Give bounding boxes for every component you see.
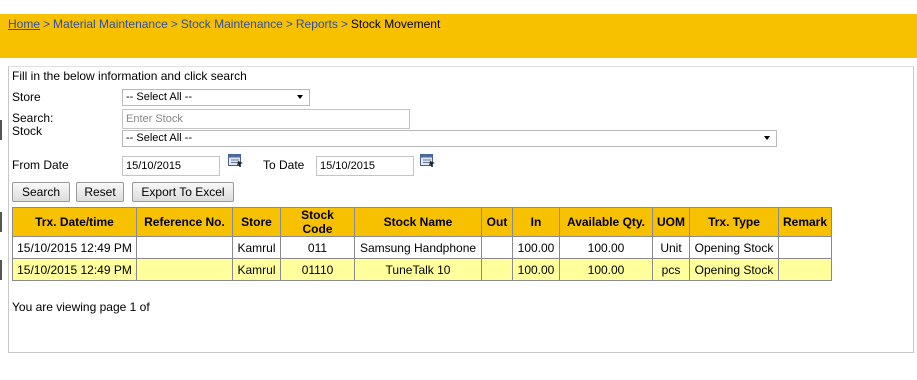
column-header-available-qty[interactable]: Available Qty. — [559, 207, 653, 237]
cell-trx-datetime: 15/10/2015 12:49 PM — [12, 236, 137, 259]
pager-status-text: You are viewing page 1 of — [12, 300, 150, 314]
cell-out — [481, 258, 513, 281]
chevron-down-icon — [764, 136, 770, 140]
breadcrumb-home-link[interactable]: Home — [8, 17, 40, 31]
column-header-stock-code[interactable]: Stock Code — [280, 207, 355, 237]
left-edge-marker — [0, 212, 2, 232]
cell-stock-code: 011 — [280, 236, 355, 259]
cell-store: Kamrul — [232, 236, 281, 259]
cell-trx-datetime: 15/10/2015 12:49 PM — [12, 258, 137, 281]
search-stock-input[interactable]: Enter Stock — [122, 109, 410, 129]
cell-uom: Unit — [652, 236, 690, 259]
to-date-label: To Date — [263, 158, 305, 172]
left-edge-marker — [0, 120, 2, 140]
cell-stock-code: 01110 — [280, 258, 355, 281]
search-instructions: Fill in the below information and click … — [12, 69, 247, 83]
column-header-stock-name[interactable]: Stock Name — [354, 207, 482, 237]
column-header-remark[interactable]: Remark — [777, 207, 833, 237]
left-edge-marker — [0, 260, 2, 280]
search-button[interactable]: Search — [12, 182, 70, 202]
cell-out — [481, 236, 513, 259]
store-label: Store — [12, 90, 41, 104]
table-header-row: Trx. Date/time Reference No. Store Stock… — [12, 207, 833, 237]
from-date-input[interactable]: 15/10/2015 — [122, 156, 220, 176]
column-header-trx-type[interactable]: Trx. Type — [689, 207, 779, 237]
chevron-down-icon — [297, 95, 303, 99]
cell-reference-no — [136, 236, 233, 259]
column-header-out[interactable]: Out — [481, 207, 513, 237]
cell-in: 100.00 — [512, 236, 560, 259]
cell-store: Kamrul — [232, 258, 281, 281]
column-header-in[interactable]: In — [512, 207, 560, 237]
cell-uom: pcs — [652, 258, 690, 281]
stock-select-value: -- Select All -- — [126, 132, 193, 144]
stock-select[interactable]: -- Select All -- — [122, 130, 777, 147]
cell-trx-type: Opening Stock — [689, 236, 779, 259]
to-date-input[interactable]: 15/10/2015 — [316, 156, 414, 176]
cell-reference-no — [136, 258, 233, 281]
breadcrumb-separator: > — [170, 17, 178, 31]
column-header-store[interactable]: Store — [232, 207, 281, 237]
search-label: Search: — [12, 111, 54, 125]
breadcrumb-separator: > — [285, 17, 293, 31]
column-header-uom[interactable]: UOM — [652, 207, 690, 237]
export-to-excel-button[interactable]: Export To Excel — [132, 182, 234, 202]
table-row: 15/10/2015 12:49 PM Kamrul 01110 TuneTal… — [12, 258, 833, 281]
cell-remark — [777, 258, 833, 281]
calendar-icon[interactable] — [420, 153, 436, 167]
cell-stock-name: Samsung Handphone — [354, 236, 482, 259]
column-header-trx-datetime[interactable]: Trx. Date/time — [12, 207, 137, 237]
cell-remark — [777, 236, 833, 259]
from-date-label: From Date — [12, 158, 69, 172]
breadcrumb: Home > Material Maintenance > Stock Maintena… — [8, 17, 440, 31]
column-header-reference-no[interactable]: Reference No. — [136, 207, 233, 237]
breadcrumb-stock-maintenance-link[interactable]: Stock Maintenance — [181, 17, 283, 31]
calendar-icon[interactable] — [228, 153, 244, 167]
table-row: 15/10/2015 12:49 PM Kamrul 011 Samsung H… — [12, 236, 833, 259]
store-select[interactable]: -- Select All -- — [122, 89, 310, 106]
breadcrumb-separator: > — [43, 17, 51, 31]
breadcrumb-current: Stock Movement — [350, 17, 441, 31]
cell-available-qty: 100.00 — [559, 236, 653, 259]
breadcrumb-reports-link[interactable]: Reports — [296, 17, 338, 31]
store-select-value: -- Select All -- — [126, 91, 193, 103]
cell-in: 100.00 — [512, 258, 560, 281]
stock-label: Stock — [12, 124, 43, 138]
cell-stock-name: TuneTalk 10 — [354, 258, 482, 281]
cell-available-qty: 100.00 — [559, 258, 653, 281]
reset-button[interactable]: Reset — [76, 182, 124, 202]
stock-movement-table: Trx. Date/time Reference No. Store Stock… — [12, 207, 833, 281]
cell-trx-type: Opening Stock — [689, 258, 779, 281]
breadcrumb-separator: > — [340, 17, 348, 31]
breadcrumb-material-maintenance-link[interactable]: Material Maintenance — [53, 17, 168, 31]
